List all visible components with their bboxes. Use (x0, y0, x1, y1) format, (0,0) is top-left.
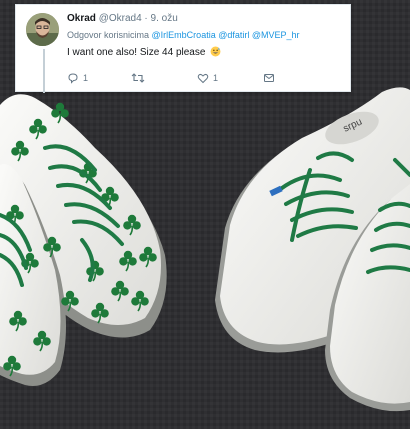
tweet-text: I want one also! Size 44 please (67, 46, 221, 59)
screenshot: srpu Okrad @Okrad4 · 9. ožu Odgovor kori… (0, 0, 410, 429)
reply-button[interactable]: 1 (67, 71, 88, 85)
like-count: 1 (213, 73, 219, 83)
separator-dot: · (144, 13, 148, 24)
reply-prefix: Odgovor korisnicima (67, 30, 150, 40)
thread-line (43, 49, 45, 93)
user-handle[interactable]: @Okrad4 (99, 13, 142, 24)
envelope-icon (264, 74, 274, 82)
avatar-image (26, 13, 59, 46)
tweet-card[interactable]: Okrad @Okrad4 · 9. ožu Odgovor korisnici… (15, 4, 351, 93)
tweet-date[interactable]: 9. ožu (151, 13, 178, 24)
tweet-text-content: I want one also! Size 44 please (67, 47, 206, 58)
display-name[interactable]: Okrad (67, 13, 96, 24)
like-button[interactable]: 1 (197, 71, 218, 85)
retweet-button[interactable] (131, 71, 149, 85)
mention-link[interactable]: @MVEP_hr (252, 30, 300, 40)
grinning-sweat-emoji-icon (210, 46, 221, 57)
tweet-actions: 1 1 (67, 71, 347, 85)
tweet-header: Okrad @Okrad4 · 9. ožu (67, 13, 178, 25)
reply-icon (68, 73, 78, 84)
mention-link[interactable]: @dfatirl (218, 30, 249, 40)
reply-context: Odgovor korisnicima @IrlEmbCroatia @dfat… (67, 30, 300, 41)
heart-icon (197, 73, 209, 84)
retweet-icon (131, 73, 145, 83)
mention-link[interactable]: @IrlEmbCroatia (152, 30, 216, 40)
direct-message-button[interactable] (263, 71, 279, 85)
reply-count: 1 (83, 73, 89, 83)
avatar[interactable] (26, 13, 59, 46)
